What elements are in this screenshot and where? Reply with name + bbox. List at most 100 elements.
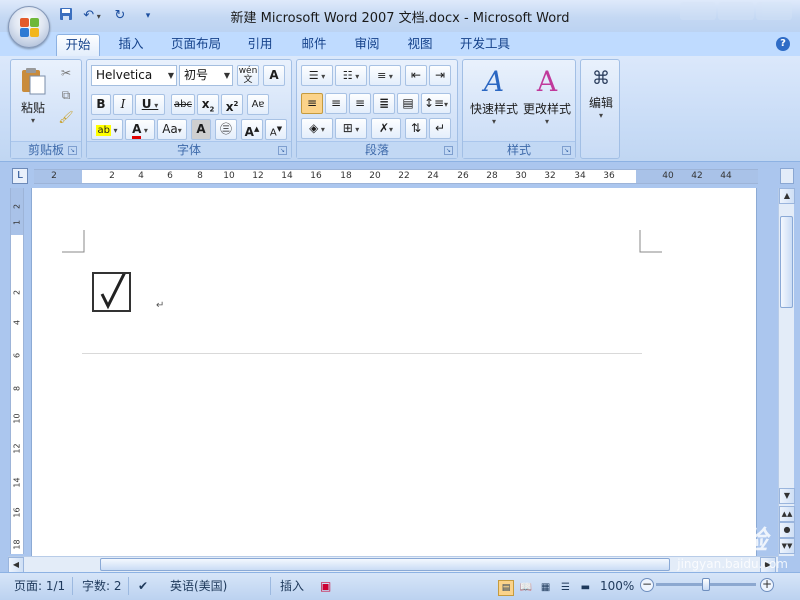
line-spacing-button[interactable]: ↕≡▾ <box>421 93 451 114</box>
quick-styles-button[interactable]: A 快速样式 ▾ <box>467 64 521 138</box>
shading-button[interactable]: ◈ ▾ <box>301 118 333 139</box>
ruler-tick-label: 44 <box>720 171 732 181</box>
font-launcher-icon[interactable]: ↘ <box>278 146 287 155</box>
checkbox-check-icon[interactable] <box>92 271 131 312</box>
word-count[interactable]: 字数: 2 <box>82 577 122 595</box>
vruler-tick-label: 8 <box>12 385 22 392</box>
multilevel-list-button[interactable]: ≡ ▾ <box>369 65 401 86</box>
binoculars-icon: ⌘ <box>592 68 610 89</box>
tab-selector-button[interactable]: L <box>12 168 28 184</box>
scroll-left-icon[interactable]: ◀ <box>8 557 24 573</box>
document-page[interactable]: ↵ <box>31 188 757 556</box>
tab-view[interactable]: 视图 <box>398 34 442 56</box>
font-name-combo[interactable]: Helvetica ▼ <box>91 65 177 86</box>
borders-button[interactable]: ⊞ ▾ <box>335 118 367 139</box>
macro-record-icon[interactable]: ▣ <box>320 577 331 595</box>
draft-view-icon[interactable]: ▬ <box>577 579 593 597</box>
proofing-icon[interactable]: ✔ <box>138 577 148 595</box>
window-controls[interactable] <box>678 2 798 22</box>
ruler-tick-label: 8 <box>197 171 203 181</box>
sort-button[interactable]: ⇅ <box>405 118 427 139</box>
tab-home[interactable]: 开始 <box>56 34 100 56</box>
increase-indent-button[interactable]: ⇥ <box>429 65 451 86</box>
clear-format-icon[interactable]: Aɐ <box>247 94 269 115</box>
justify-button[interactable]: ≣ <box>373 93 395 114</box>
ruler-tick-label: 32 <box>544 171 556 181</box>
ruler-tick-label: 16 <box>310 171 322 181</box>
char-border-button[interactable]: A <box>263 65 285 86</box>
font-size-combo[interactable]: 初号 ▼ <box>179 65 233 86</box>
styles-launcher-icon[interactable]: ↘ <box>562 146 571 155</box>
decrease-indent-button[interactable]: ⇤ <box>405 65 427 86</box>
font-color-button[interactable]: A ▾ <box>125 119 155 140</box>
highlight-button[interactable]: ab ▾ <box>91 119 123 140</box>
reading-view-icon[interactable]: 📖 <box>518 579 534 597</box>
zoom-in-icon[interactable]: + <box>760 578 774 592</box>
change-styles-button[interactable]: A 更改样式 ▾ <box>521 64 573 138</box>
vruler-tick-label: 4 <box>12 319 22 326</box>
numbering-button[interactable]: ☷ ▾ <box>335 65 367 86</box>
horizontal-ruler[interactable]: 2 2 4 6 8 10 12 14 16 18 20 22 24 26 28 30 32 34 36 40 42 44 <box>34 169 758 184</box>
phonetic-guide-button[interactable]: wén 文 <box>237 65 259 86</box>
print-layout-view-icon[interactable]: ▤ <box>498 580 514 596</box>
tab-developer[interactable]: 开发工具 <box>452 34 518 56</box>
format-painter-icon[interactable]: 🖌 <box>57 110 75 128</box>
ruler-tick-label: 42 <box>691 171 703 181</box>
scroll-up-icon[interactable]: ▲ <box>779 188 795 204</box>
align-left-button[interactable]: ≡ <box>301 93 323 114</box>
ruler-tick-label: 4 <box>138 171 144 181</box>
language[interactable]: 英语(美国) <box>170 577 227 595</box>
ruler-tick-label: 24 <box>427 171 439 181</box>
view-ruler-icon[interactable] <box>780 168 794 184</box>
italic-button[interactable]: I <box>113 94 133 115</box>
zoom-out-icon[interactable]: − <box>640 578 654 592</box>
tab-references[interactable]: 引用 <box>238 34 282 56</box>
change-case-button[interactable]: Aa▾ <box>157 119 187 140</box>
web-layout-view-icon[interactable]: ▦ <box>538 579 554 597</box>
horizontal-scroll-thumb[interactable] <box>100 558 670 571</box>
page-count[interactable]: 页面: 1/1 <box>14 577 65 595</box>
vruler-tick-label: 12 <box>12 443 22 454</box>
office-button[interactable] <box>8 6 50 48</box>
ruler-tick-label: 2 <box>109 171 115 181</box>
strikethrough-button[interactable]: abc <box>171 94 195 115</box>
underline-button[interactable]: U ▾ <box>135 94 165 115</box>
scroll-down-icon[interactable]: ▼ <box>779 488 795 504</box>
paste-button[interactable]: 粘贴 ▾ <box>15 66 51 132</box>
ruler-tick-label: 20 <box>369 171 381 181</box>
ruler-tick-label: 40 <box>662 171 674 181</box>
outline-view-icon[interactable]: ☰ <box>557 579 573 597</box>
vertical-scroll-thumb[interactable] <box>780 216 793 308</box>
superscript-button[interactable]: x2 <box>221 94 243 115</box>
vruler-tick-label: 1 <box>12 219 22 226</box>
copy-icon[interactable]: ⧉ <box>57 88 75 106</box>
vruler-tick-label: 2 <box>12 289 22 296</box>
chinese-layout-button[interactable]: ✗▾ <box>371 118 401 139</box>
tab-mailings[interactable]: 邮件 <box>292 34 336 56</box>
bullets-button[interactable]: ☰ ▾ <box>301 65 333 86</box>
ruler-tick-label: 10 <box>223 171 235 181</box>
page-divider <box>82 353 642 354</box>
subscript-button[interactable]: x2 <box>197 94 219 115</box>
insert-mode[interactable]: 插入 <box>280 577 304 595</box>
help-icon[interactable]: ? <box>776 37 790 51</box>
enclose-characters-button[interactable]: ㊂ <box>215 119 237 140</box>
tab-page-layout[interactable]: 页面布局 <box>162 34 230 56</box>
align-center-button[interactable]: ≡ <box>325 93 347 114</box>
distributed-button[interactable]: ▤ <box>397 93 419 114</box>
bold-button[interactable]: B <box>91 94 111 115</box>
shrink-font-button[interactable]: A▼ <box>265 119 287 140</box>
cut-icon[interactable]: ✂ <box>57 66 75 84</box>
editing-button[interactable]: ⌘ 编辑 ▾ <box>583 64 619 138</box>
clipboard-launcher-icon[interactable]: ↘ <box>68 146 77 155</box>
grow-font-button[interactable]: A▲ <box>241 119 263 140</box>
vertical-scrollbar[interactable]: ▲ ▼ ▲▲ ● ▼▼ <box>778 188 795 556</box>
tab-insert[interactable]: 插入 <box>110 34 152 56</box>
paragraph-launcher-icon[interactable]: ↘ <box>444 146 453 155</box>
tab-review[interactable]: 审阅 <box>345 34 389 56</box>
char-shading-button[interactable]: A <box>191 119 211 140</box>
vertical-ruler[interactable]: 2 1 2 4 6 8 10 12 14 16 18 <box>10 188 24 554</box>
align-right-button[interactable]: ≡ <box>349 93 371 114</box>
show-marks-button[interactable]: ↵ <box>429 118 451 139</box>
change-styles-label: 更改样式 <box>522 102 571 116</box>
